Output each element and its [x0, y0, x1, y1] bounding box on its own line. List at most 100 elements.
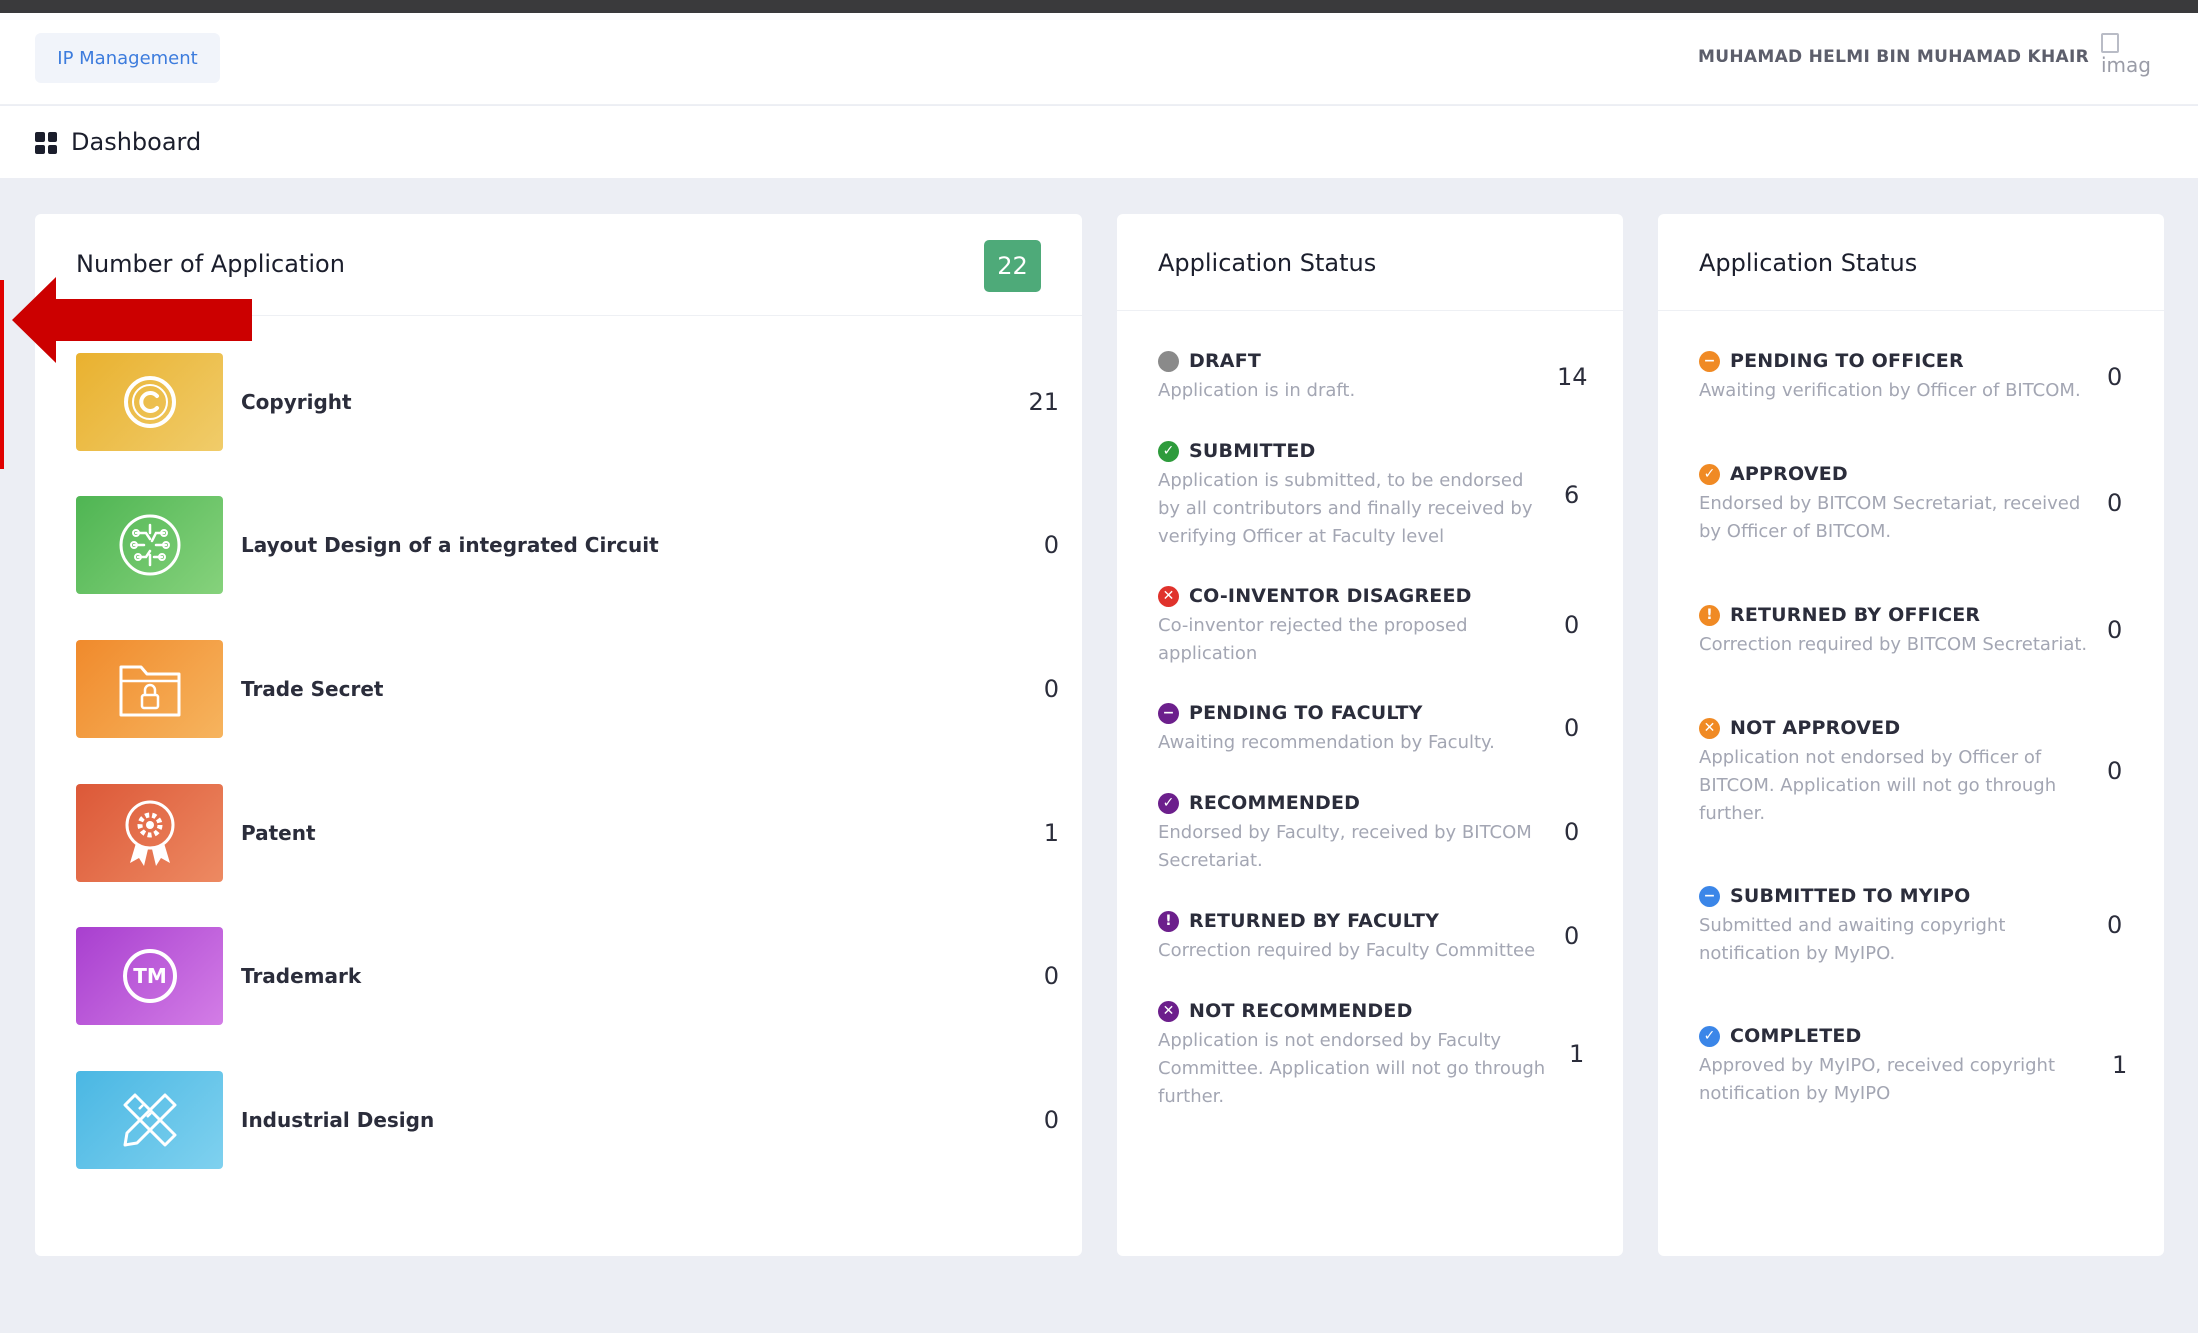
status-card-header: Application Status	[1117, 214, 1623, 311]
category-row-trademark[interactable]: TM Trademark 0	[76, 927, 1059, 1025]
status-description: Awaiting verification by Officer of BITC…	[1699, 380, 2081, 401]
status-count: 0	[1564, 714, 1580, 742]
status-name: SUBMITTED TO MYIPO	[1730, 885, 1971, 907]
circle-icon	[1158, 350, 1179, 372]
applications-card-title: Number of Application	[76, 250, 345, 278]
status-item-pending-to-officer: − PENDING TO OFFICER Awaiting verificati…	[1699, 347, 2109, 405]
avatar-alt-text: imag	[2101, 53, 2151, 77]
category-count: 1	[1043, 819, 1059, 847]
broken-image-icon	[2101, 33, 2119, 53]
status-item-submitted: ✓ SUBMITTED Application is submitted, to…	[1158, 437, 1548, 551]
status-description: Application is submitted, to be endorsed…	[1158, 470, 1533, 547]
status-count: 0	[2107, 363, 2123, 391]
status-item-co-inventor-disagreed: ✕ CO-INVENTOR DISAGREED Co-inventor reje…	[1158, 582, 1548, 668]
exclamation-circle-icon: !	[1158, 910, 1179, 932]
status-name: PENDING TO FACULTY	[1189, 702, 1423, 724]
status-count: 0	[2107, 489, 2123, 517]
status-item-not-approved: ✕ NOT APPROVED Application not endorsed …	[1699, 714, 2099, 828]
status-name: RECOMMENDED	[1189, 792, 1361, 814]
category-row-patent[interactable]: Patent 1	[76, 784, 1059, 882]
status-description: Application not endorsed by Officer of B…	[1699, 747, 2057, 824]
status-count: 14	[1557, 363, 1588, 391]
copyright-tile[interactable]	[76, 353, 223, 451]
status-item-submitted-to-myipo: − SUBMITTED TO MYIPO Submitted and await…	[1699, 882, 2099, 968]
patent-tile[interactable]	[76, 784, 223, 882]
status-item-pending-to-faculty: − PENDING TO FACULTY Awaiting recommenda…	[1158, 699, 1548, 757]
check-circle-icon: ✓	[1699, 463, 1720, 485]
status-description: Correction required by BITCOM Secretaria…	[1699, 634, 2088, 655]
status-name: RETURNED BY FACULTY	[1189, 910, 1440, 932]
annotation-bar	[0, 280, 4, 469]
status-count: 6	[1564, 481, 1580, 509]
status-name: CO-INVENTOR DISAGREED	[1189, 585, 1472, 607]
category-label: Layout Design of a integrated Circuit	[241, 533, 659, 557]
status-description: Approved by MyIPO, received copyright no…	[1699, 1055, 2056, 1104]
category-label: Copyright	[241, 390, 352, 414]
status-item-not-recommended: ✕ NOT RECOMMENDED Application is not end…	[1158, 997, 1558, 1111]
status-name: SUBMITTED	[1189, 440, 1316, 462]
minus-circle-icon: −	[1699, 885, 1720, 907]
status-item-returned-by-faculty: ! RETURNED BY FACULTY Correction require…	[1158, 907, 1558, 965]
status-description: Correction required by Faculty Committee	[1158, 940, 1536, 961]
status-item-recommended: ✓ RECOMMENDED Endorsed by Faculty, recei…	[1158, 789, 1548, 875]
category-count: 0	[1043, 1106, 1059, 1134]
avatar[interactable]: imag	[2101, 33, 2155, 83]
status-item-approved: ✓ APPROVED Endorsed by BITCOM Secretaria…	[1699, 460, 2099, 546]
check-circle-icon: ✓	[1699, 1025, 1720, 1047]
status-name: COMPLETED	[1730, 1025, 1862, 1047]
status-count: 0	[2107, 616, 2123, 644]
status-description: Application is not endorsed by Faculty C…	[1158, 1030, 1546, 1107]
industrial-design-tile[interactable]	[76, 1071, 223, 1169]
status-card-faculty: Application Status DRAFT Application is …	[1117, 214, 1623, 1256]
category-count: 0	[1043, 962, 1059, 990]
status-count: 0	[2107, 911, 2123, 939]
check-circle-icon: ✓	[1158, 440, 1179, 462]
category-row-layout-design[interactable]: Layout Design of a integrated Circuit 0	[76, 496, 1059, 594]
minus-circle-icon: −	[1158, 702, 1179, 724]
status-description: Submitted and awaiting copyright notific…	[1699, 915, 2006, 964]
applications-card: Number of Application 22 Copyright 21 La…	[35, 214, 1082, 1256]
ruler-pencil-icon	[123, 1093, 176, 1147]
copyright-icon	[123, 376, 176, 428]
page-title: Dashboard	[71, 128, 202, 156]
status-card-header: Application Status	[1658, 214, 2164, 311]
x-circle-icon: ✕	[1158, 1000, 1179, 1022]
total-applications-badge: 22	[984, 240, 1041, 292]
award-gear-icon	[125, 800, 174, 866]
left-arrow-annotation	[12, 277, 252, 363]
status-item-draft: DRAFT Application is in draft.	[1158, 347, 1548, 405]
browser-top-strip	[0, 0, 2198, 13]
status-card-title: Application Status	[1158, 249, 1377, 277]
status-description: Co-inventor rejected the proposed applic…	[1158, 615, 1468, 664]
x-circle-icon: ✕	[1158, 585, 1179, 607]
status-description: Application is in draft.	[1158, 380, 1356, 401]
category-label: Industrial Design	[241, 1108, 435, 1132]
status-name: DRAFT	[1189, 350, 1262, 372]
status-name: RETURNED BY OFFICER	[1730, 604, 1981, 626]
layout-design-tile[interactable]	[76, 496, 223, 594]
category-count: 0	[1043, 675, 1059, 703]
user-name[interactable]: MUHAMAD HELMI BIN MUHAMAD KHAIR	[1698, 47, 2089, 67]
category-row-copyright[interactable]: Copyright 21	[76, 353, 1059, 451]
status-count: 0	[1564, 922, 1580, 950]
status-item-completed: ✓ COMPLETED Approved by MyIPO, received …	[1699, 1022, 2099, 1108]
status-name: APPROVED	[1730, 463, 1848, 485]
exclamation-circle-icon: !	[1699, 604, 1720, 626]
top-navbar: IP Management MUHAMAD HELMI BIN MUHAMAD …	[0, 13, 2198, 105]
status-name: PENDING TO OFFICER	[1730, 350, 1964, 372]
circuit-brain-icon	[119, 514, 180, 576]
status-count: 0	[2107, 757, 2123, 785]
check-circle-icon: ✓	[1158, 792, 1179, 814]
x-circle-icon: ✕	[1699, 717, 1720, 739]
status-count: 1	[1569, 1040, 1585, 1068]
category-row-trade-secret[interactable]: Trade Secret 0	[76, 640, 1059, 738]
category-label: Patent	[241, 821, 316, 845]
ip-management-button[interactable]: IP Management	[35, 33, 220, 83]
trademark-tile[interactable]: TM	[76, 927, 223, 1025]
status-name: NOT APPROVED	[1730, 717, 1901, 739]
status-count: 0	[1564, 818, 1580, 846]
status-card-bitcom: Application Status − PENDING TO OFFICER …	[1658, 214, 2164, 1256]
trade-secret-tile[interactable]	[76, 640, 223, 738]
category-row-industrial-design[interactable]: Industrial Design 0	[76, 1071, 1059, 1169]
category-label: Trademark	[241, 964, 362, 988]
